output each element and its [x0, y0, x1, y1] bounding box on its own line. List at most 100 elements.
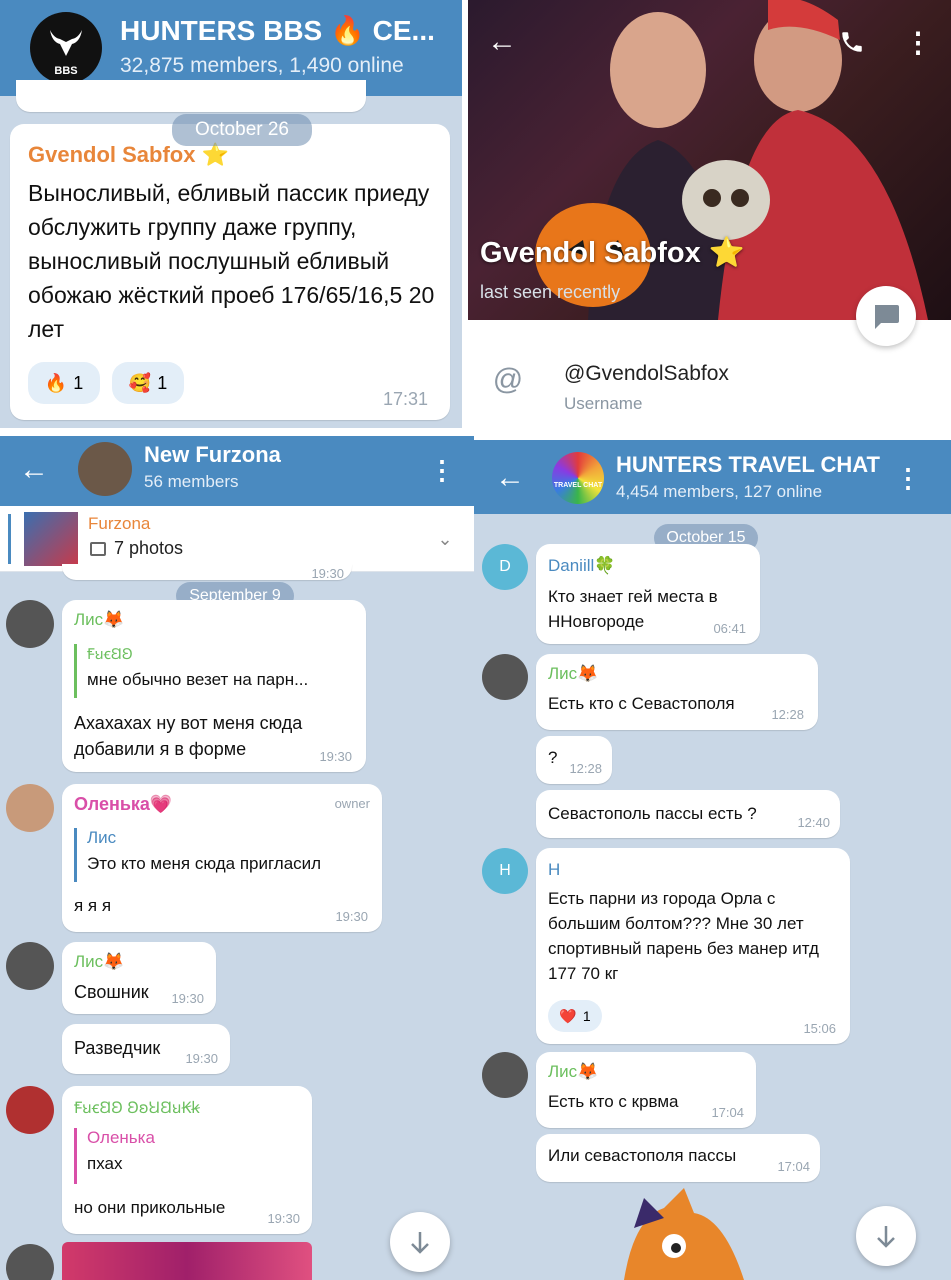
reaction-count: 1 [157, 372, 168, 393]
message-bubble[interactable]: Или севастополя пассы 17:04 [536, 1134, 820, 1182]
date-separator: October 26 [172, 114, 312, 146]
message-author[interactable]: Лис🦊 [548, 664, 598, 684]
message-author[interactable]: Лис🦊 [74, 952, 124, 972]
message-time: 19:30 [267, 1211, 300, 1226]
owner-badge: owner [334, 796, 370, 811]
pinned-bar [8, 514, 11, 564]
message-author[interactable]: ꞘꞟꞓꞚꞜ ꞜꞝꞞꞚꞟꞢꞣ [74, 1096, 200, 1118]
bull-logo-icon: BBS [50, 30, 82, 77]
message-bubble[interactable]: Разведчик 19:30 [62, 1024, 230, 1074]
message-text: но они прикольные [74, 1198, 226, 1217]
user-avatar[interactable] [6, 1244, 54, 1280]
panel-new-furzona: ← New Furzona 56 members ⋮ Furzona 7 pho… [0, 436, 474, 1280]
at-sign-icon: @ [492, 363, 524, 396]
message-time: 19:30 [335, 909, 368, 924]
message-author[interactable]: Лис🦊 [74, 610, 124, 630]
group-avatar[interactable]: BBS [30, 12, 102, 84]
message-bubble[interactable]: Лис🦊 Есть кто с Севастополя 12:28 [536, 654, 818, 730]
scroll-down-button[interactable] [856, 1206, 916, 1266]
profile-name: Gvendol Sabfox ⭐ [480, 237, 745, 269]
pinned-subtitle: 7 photos [114, 538, 184, 558]
avatar-label: TRAVEL CHAT [553, 482, 603, 489]
message-author[interactable]: Лис🦊 [548, 1062, 598, 1082]
previous-bubble-edge: 19:30 [62, 564, 352, 581]
message-bubble[interactable]: Лис🦊 ꞘꞟꞓꞚꞜ мне обычно везет на парн... А… [62, 600, 366, 772]
reaction-heart[interactable]: ❤️ 1 [548, 1000, 602, 1032]
group-avatar[interactable]: TRAVEL CHAT [552, 452, 604, 504]
message-bubble[interactable]: Лис🦊 Есть кто с крвма 17:04 [536, 1052, 756, 1128]
message-text: Есть кто с крвма [548, 1092, 679, 1111]
reply-text: мне обычно везет на парн... [87, 670, 309, 689]
message-time: 06:41 [713, 621, 746, 636]
photo-icon [90, 542, 106, 556]
user-avatar[interactable]: D [482, 544, 528, 590]
group-avatar[interactable] [78, 442, 132, 496]
phone-call-icon[interactable] [834, 24, 870, 60]
pinned-thumbnail [24, 512, 78, 566]
panel-profile: ← ⋮ Gvendol Sabfox ⭐ last seen recently … [468, 0, 951, 428]
chat-title[interactable]: HUNTERS BBS 🔥 CE... [120, 14, 435, 47]
username-value[interactable]: @GvendolSabfox [564, 362, 729, 386]
reaction-fire[interactable]: 🔥 1 [28, 362, 100, 404]
back-arrow-icon[interactable]: ← [492, 460, 528, 496]
reply-quote[interactable]: Лис Это кто меня сюда пригласил [74, 828, 370, 882]
message-text: Разведчик [74, 1038, 161, 1058]
message-button[interactable] [856, 286, 916, 346]
message-text: Выносливый, ебливый пассик приеду обслуж… [28, 180, 435, 342]
more-options-icon[interactable]: ⋮ [900, 24, 936, 60]
fire-icon: 🔥 [44, 372, 68, 393]
panel-hunters-bbs: BBS HUNTERS BBS 🔥 CE... 32,875 members, … [0, 0, 462, 428]
back-arrow-icon[interactable]: ← [484, 24, 520, 60]
user-avatar[interactable] [482, 1052, 528, 1098]
pinned-title: Furzona [88, 514, 151, 533]
reply-quote[interactable]: ꞘꞟꞓꞚꞜ мне обычно везет на парн... [74, 644, 354, 698]
chat-subtitle: 56 members [144, 472, 239, 491]
media-preview[interactable] [62, 1242, 312, 1280]
message-time: 19:30 [311, 566, 344, 581]
message-text: Есть парни из города Орла с большим болт… [548, 889, 819, 983]
user-avatar[interactable] [6, 600, 54, 648]
message-bubble[interactable]: Оленька💗 owner Лис Это кто меня сюда при… [62, 784, 382, 932]
arrow-down-icon [877, 1226, 895, 1248]
message-text: ? [548, 748, 558, 767]
sticker-fox[interactable] [604, 1188, 754, 1280]
message-author[interactable]: H [548, 860, 560, 880]
message-bubble[interactable]: H Есть парни из города Орла с большим бо… [536, 848, 850, 1044]
more-options-icon[interactable]: ⋮ [890, 460, 926, 496]
chevron-down-icon[interactable]: ⌄ [430, 524, 460, 554]
chat-subtitle: 4,454 members, 127 online [616, 482, 823, 501]
reply-quote[interactable]: Оленька пхах [74, 1128, 300, 1184]
message-bubble[interactable]: Севастополь пассы есть ? 12:40 [536, 790, 840, 838]
reply-author: Оленька [87, 1128, 155, 1147]
user-avatar[interactable] [6, 784, 54, 832]
message-time: 19:30 [185, 1051, 218, 1066]
message-text: Севастополь пассы есть ? [548, 804, 757, 823]
message-bubble[interactable]: Daniill🍀 Кто знает гей места в ННовгород… [536, 544, 760, 644]
chat-title[interactable]: New Furzona [144, 442, 281, 468]
more-options-icon[interactable]: ⋮ [424, 452, 460, 488]
message-bubble[interactable]: ꞘꞟꞓꞚꞜ ꞜꞝꞞꞚꞟꞢꞣ Оленька пхах но они прикол… [62, 1086, 312, 1234]
message-time: 17:31 [382, 389, 428, 409]
chat-subtitle: 32,875 members, 1,490 online [120, 54, 404, 77]
message-bubble[interactable]: Лис🦊 Свошник 19:30 [62, 942, 216, 1014]
message-bubble[interactable]: Gvendol Sabfox ⭐ Выносливый, ебливый пас… [10, 124, 450, 420]
scroll-down-button[interactable] [390, 1212, 450, 1272]
message-time: 17:04 [711, 1105, 744, 1120]
message-text: Ахахахах ну вот меня сюда добавили я в ф… [74, 713, 303, 759]
back-arrow-icon[interactable]: ← [16, 452, 52, 488]
message-author[interactable]: Оленька💗 [74, 794, 172, 815]
user-avatar[interactable] [6, 942, 54, 990]
pinned-message[interactable]: Furzona 7 photos ⌄ [0, 506, 474, 572]
message-bubble[interactable]: ? 12:28 [536, 736, 612, 784]
user-avatar[interactable] [482, 654, 528, 700]
reaction-count: 1 [582, 1008, 591, 1024]
user-avatar[interactable]: H [482, 848, 528, 894]
message-time: 19:30 [319, 749, 352, 764]
message-text: я я я [74, 896, 112, 915]
message-author[interactable]: Daniill🍀 [548, 556, 615, 576]
chat-header: ← TRAVEL CHAT HUNTERS TRAVEL CHAT 4,454 … [474, 440, 951, 514]
user-avatar[interactable] [6, 1086, 54, 1134]
reaction-love[interactable]: 🥰 1 [112, 362, 184, 404]
smiling-hearts-icon: 🥰 [128, 372, 152, 393]
chat-title[interactable]: HUNTERS TRAVEL CHAT [616, 452, 880, 478]
